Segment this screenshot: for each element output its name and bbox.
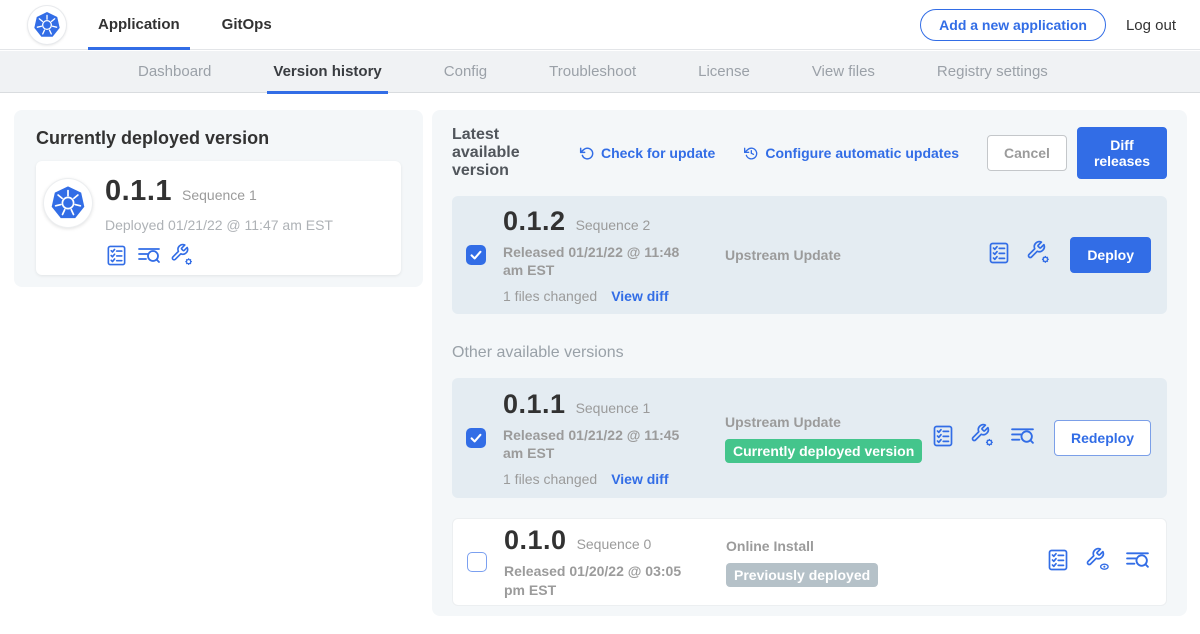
edit-config-icon[interactable] bbox=[1026, 240, 1051, 270]
preflight-checks-icon[interactable] bbox=[931, 424, 955, 453]
files-changed-label: 1 files changed bbox=[503, 288, 597, 304]
logout-link[interactable]: Log out bbox=[1126, 17, 1176, 34]
checkmark-icon bbox=[468, 430, 484, 446]
view-logs-icon[interactable] bbox=[1010, 423, 1035, 453]
cancel-button[interactable]: Cancel bbox=[987, 135, 1067, 171]
preflight-checks-icon[interactable] bbox=[1046, 548, 1070, 577]
currently-deployed-card: Currently deployed version 0.1.1 Sequenc… bbox=[14, 110, 423, 287]
view-logs-icon[interactable] bbox=[137, 243, 161, 272]
deployed-timestamp: Deployed 01/21/22 @ 11:47 am EST bbox=[105, 217, 333, 233]
preflight-checks-icon[interactable] bbox=[105, 244, 128, 272]
deployed-version-number: 0.1.1 bbox=[105, 175, 172, 208]
currently-deployed-badge: Currently deployed version bbox=[725, 439, 922, 463]
checkmark-icon bbox=[468, 247, 484, 263]
released-timestamp: Released 01/20/22 @ 03:05 pm EST bbox=[504, 562, 700, 598]
redeploy-button[interactable]: Redeploy bbox=[1054, 420, 1151, 456]
preflight-checks-icon[interactable] bbox=[987, 241, 1011, 270]
version-checkbox[interactable] bbox=[466, 245, 486, 265]
deploy-button[interactable]: Deploy bbox=[1070, 237, 1151, 273]
version-row-0-1-0: 0.1.0 Sequence 0 Released 01/20/22 @ 03:… bbox=[452, 518, 1167, 606]
released-timestamp: Released 01/21/22 @ 11:48 am EST bbox=[503, 243, 699, 279]
released-timestamp: Released 01/21/22 @ 11:45 am EST bbox=[503, 426, 699, 462]
refresh-icon bbox=[579, 145, 595, 161]
currently-deployed-title: Currently deployed version bbox=[36, 128, 401, 149]
tab-gitops[interactable]: GitOps bbox=[222, 0, 272, 50]
view-diff-link[interactable]: View diff bbox=[611, 288, 668, 304]
sequence-label: Sequence 2 bbox=[576, 217, 651, 233]
check-for-update-label: Check for update bbox=[601, 145, 715, 161]
subnav-tab-view-files[interactable]: View files bbox=[812, 51, 875, 93]
subnav-tab-license[interactable]: License bbox=[698, 51, 750, 93]
deployed-sequence-label: Sequence 1 bbox=[182, 187, 257, 203]
latest-version-header: Latest available version Check for updat… bbox=[452, 126, 1167, 180]
version-number: 0.1.0 bbox=[504, 525, 567, 556]
version-source-label: Online Install bbox=[726, 538, 1046, 554]
version-source-label: Upstream Update bbox=[725, 414, 931, 430]
previously-deployed-badge: Previously deployed bbox=[726, 563, 878, 587]
tab-application[interactable]: Application bbox=[98, 0, 180, 50]
top-navbar: Application GitOps Add a new application… bbox=[0, 0, 1200, 50]
view-diff-link[interactable]: View diff bbox=[611, 471, 668, 487]
kubernetes-logo bbox=[28, 6, 66, 44]
topnav-right: Add a new application Log out bbox=[920, 0, 1176, 50]
add-application-button[interactable]: Add a new application bbox=[920, 9, 1106, 41]
sequence-label: Sequence 1 bbox=[576, 400, 651, 416]
view-logs-icon[interactable] bbox=[1125, 547, 1150, 577]
version-number: 0.1.1 bbox=[503, 389, 566, 420]
subnav-tab-dashboard[interactable]: Dashboard bbox=[138, 51, 211, 93]
subnav-tab-troubleshoot[interactable]: Troubleshoot bbox=[549, 51, 636, 93]
version-checkbox[interactable] bbox=[466, 428, 486, 448]
edit-config-icon[interactable] bbox=[170, 243, 194, 272]
topnav-tabs: Application GitOps bbox=[98, 0, 314, 50]
version-row-0-1-1: 0.1.1 Sequence 1 Released 01/21/22 @ 11:… bbox=[452, 378, 1167, 498]
subnav-tab-version-history[interactable]: Version history bbox=[273, 51, 381, 93]
sequence-label: Sequence 0 bbox=[577, 536, 652, 552]
app-logo bbox=[44, 179, 92, 227]
version-checkbox[interactable] bbox=[467, 552, 487, 572]
configure-automatic-updates-link[interactable]: Configure automatic updates bbox=[743, 145, 959, 161]
version-source-label: Upstream Update bbox=[725, 247, 987, 263]
kubernetes-logo-icon bbox=[33, 11, 61, 39]
currently-deployed-version-card: 0.1.1 Sequence 1 Deployed 01/21/22 @ 11:… bbox=[36, 161, 401, 275]
version-number: 0.1.2 bbox=[503, 206, 566, 237]
configure-automatic-updates-label: Configure automatic updates bbox=[765, 145, 959, 161]
latest-version-title: Latest available version bbox=[452, 126, 565, 180]
kubernetes-logo-icon bbox=[50, 185, 86, 221]
view-config-icon[interactable] bbox=[1085, 547, 1110, 577]
subnav-tab-registry-settings[interactable]: Registry settings bbox=[937, 51, 1048, 93]
other-versions-title: Other available versions bbox=[452, 344, 1167, 362]
version-row-0-1-2: 0.1.2 Sequence 2 Released 01/21/22 @ 11:… bbox=[452, 196, 1167, 314]
files-changed-label: 1 files changed bbox=[503, 471, 597, 487]
app-subnav: Dashboard Version history Config Trouble… bbox=[0, 51, 1200, 93]
edit-config-icon[interactable] bbox=[970, 423, 995, 453]
version-history-panel: Latest available version Check for updat… bbox=[432, 110, 1187, 616]
schedule-update-icon bbox=[743, 145, 759, 161]
check-for-update-link[interactable]: Check for update bbox=[579, 145, 715, 161]
diff-releases-button[interactable]: Diff releases bbox=[1077, 127, 1167, 179]
subnav-tab-config[interactable]: Config bbox=[444, 51, 487, 93]
